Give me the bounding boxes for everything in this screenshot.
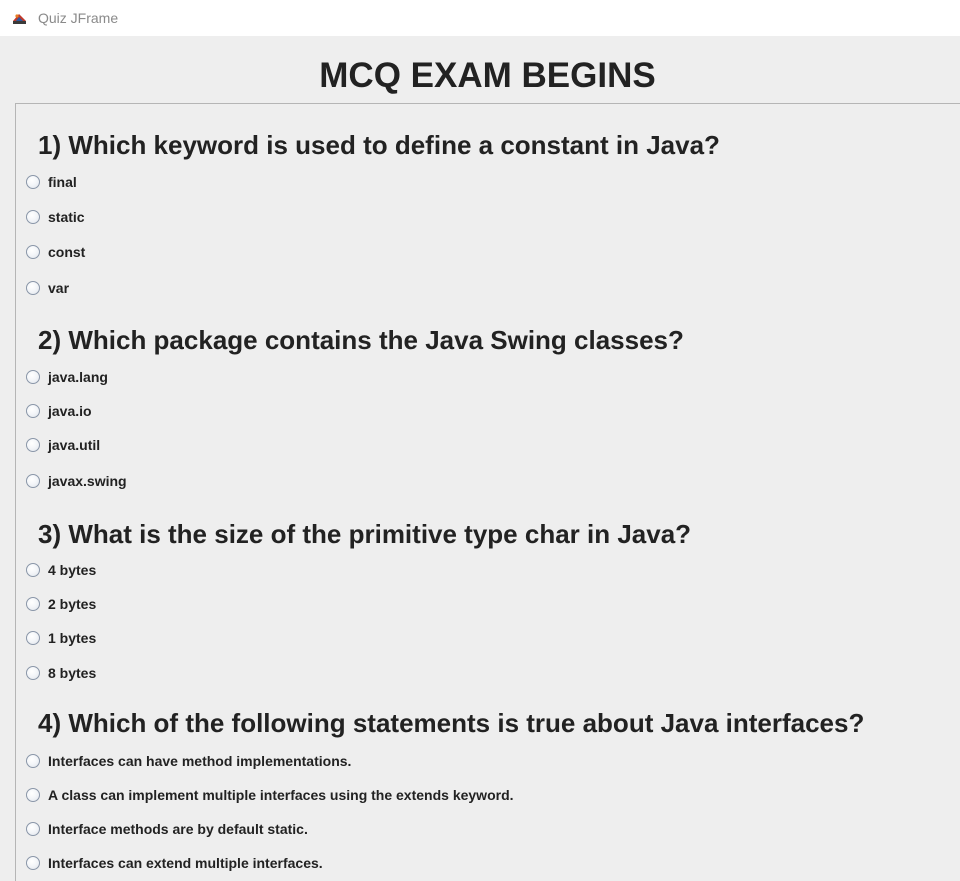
q3-option-8-bytes[interactable]: 8 bytes: [26, 663, 96, 683]
option-label: 2 bytes: [48, 596, 97, 612]
radio-button-icon[interactable]: [26, 563, 40, 577]
option-label: Interfaces can extend multiple interface…: [48, 855, 323, 871]
option-label: 1 bytes: [48, 630, 97, 646]
question-4-text: 4) Which of the following statements is …: [38, 708, 865, 738]
radio-button-icon[interactable]: [26, 404, 40, 418]
option-label: const: [48, 244, 86, 260]
q4-option-implement-multiple[interactable]: A class can implement multiple interface…: [26, 785, 514, 805]
option-label: java.lang: [48, 369, 108, 385]
option-label: java.util: [48, 437, 101, 453]
radio-button-icon[interactable]: [26, 370, 40, 384]
option-label: var: [48, 280, 70, 296]
radio-button-icon[interactable]: [26, 597, 40, 611]
radio-button-icon[interactable]: [26, 631, 40, 645]
option-label: A class can implement multiple interface…: [48, 787, 514, 803]
radio-button-icon[interactable]: [26, 822, 40, 836]
q1-option-const[interactable]: const: [26, 242, 85, 262]
question-2-text: 2) Which package contains the Java Swing…: [38, 325, 684, 355]
radio-button-icon[interactable]: [26, 788, 40, 802]
option-label: final: [48, 174, 77, 190]
window-title: Quiz JFrame: [38, 10, 119, 26]
radio-button-icon[interactable]: [26, 175, 40, 189]
radio-button-icon[interactable]: [26, 438, 40, 452]
option-label: 8 bytes: [48, 665, 97, 681]
radio-button-icon[interactable]: [26, 754, 40, 768]
q1-option-var[interactable]: var: [26, 278, 69, 298]
quiz-window: Quiz JFrame MCQ EXAM BEGINS 1) Which key…: [0, 0, 960, 881]
option-label: java.io: [48, 403, 92, 419]
radio-button-icon[interactable]: [26, 210, 40, 224]
option-label: static: [48, 209, 85, 225]
q3-option-4-bytes[interactable]: 4 bytes: [26, 560, 96, 580]
q4-option-default-static[interactable]: Interface methods are by default static.: [26, 819, 308, 839]
option-label: Interfaces can have method implementatio…: [48, 753, 352, 769]
q2-option-java-io[interactable]: java.io: [26, 401, 92, 421]
q2-option-javax-swing[interactable]: javax.swing: [26, 471, 127, 491]
q1-option-static[interactable]: static: [26, 207, 85, 227]
option-label: 4 bytes: [48, 562, 97, 578]
option-label: javax.swing: [48, 473, 127, 489]
question-3-text: 3) What is the size of the primitive typ…: [38, 519, 692, 549]
radio-button-icon[interactable]: [26, 856, 40, 870]
option-label: Interface methods are by default static.: [48, 821, 308, 837]
q3-option-2-bytes[interactable]: 2 bytes: [26, 594, 96, 614]
radio-button-icon[interactable]: [26, 474, 40, 488]
radio-button-icon[interactable]: [26, 245, 40, 259]
exam-header: MCQ EXAM BEGINS: [319, 56, 656, 95]
radio-button-icon[interactable]: [26, 666, 40, 680]
q4-option-method-implementations[interactable]: Interfaces can have method implementatio…: [26, 751, 351, 771]
java-coffee-icon: [11, 10, 28, 27]
title-bar[interactable]: Quiz JFrame: [0, 0, 960, 36]
radio-button-icon[interactable]: [26, 281, 40, 295]
question-1-text: 1) Which keyword is used to define a con…: [38, 130, 720, 160]
q3-option-1-bytes[interactable]: 1 bytes: [26, 628, 96, 648]
q1-option-final[interactable]: final: [26, 172, 77, 192]
q2-option-java-util[interactable]: java.util: [26, 435, 100, 455]
q2-option-java-lang[interactable]: java.lang: [26, 367, 108, 387]
q4-option-extend-multiple[interactable]: Interfaces can extend multiple interface…: [26, 853, 323, 873]
